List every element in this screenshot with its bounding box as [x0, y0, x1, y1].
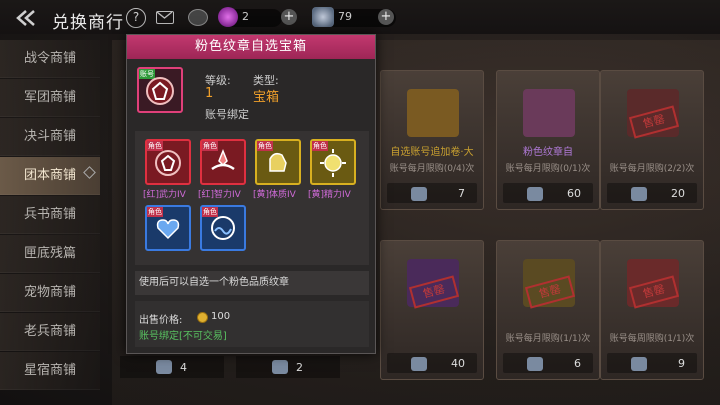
sell-price-value: 100 — [211, 311, 231, 322]
card-price: 9 — [678, 357, 685, 370]
card-limit: 账号每月限购(0/4)次 — [389, 164, 475, 174]
sell-price-box: 出售价格: 100 账号绑定[不可交易] — [135, 301, 369, 347]
card-item-name: 自选账号追加卷·大 — [390, 147, 474, 158]
back-button[interactable] — [14, 8, 44, 28]
sidebar-item-pet[interactable]: 宠物商铺 — [0, 274, 100, 312]
silver-ore-icon — [527, 357, 543, 371]
card-limit: 账号每月限购(2/2)次 — [609, 164, 695, 174]
shop-card[interactable]: 售罄 账号每月限购(1/1)次 6 — [496, 240, 600, 380]
sidebar-item-raid[interactable]: 团本商铺 — [0, 157, 100, 195]
wave-blue-icon — [211, 216, 235, 240]
add-silver-ore-button[interactable]: + — [378, 9, 394, 25]
scroll-red-icon — [211, 148, 235, 171]
sidebar-item-military-book[interactable]: 兵书商铺 — [0, 196, 100, 234]
shop-card[interactable]: 粉色纹章自 账号每月限购(0/1)次 60 — [496, 70, 600, 210]
card-price: 2 — [296, 361, 303, 374]
card-price: 20 — [671, 187, 685, 200]
bind-status: 账号绑定 — [205, 108, 249, 121]
card-price-bar: 4 — [120, 356, 224, 378]
shop-card[interactable]: 售罄 账号每周限购(1/1)次 9 — [600, 240, 704, 380]
heart-blue-icon — [156, 219, 180, 240]
crest-icon — [146, 77, 174, 105]
sidebar-item-constellation[interactable]: 星宿商铺 — [0, 352, 100, 390]
pink-crystal-count: 2 — [242, 10, 249, 23]
sell-price-label: 出售价格: — [139, 315, 183, 326]
silver-ore-icon — [631, 187, 647, 201]
silver-ore-icon — [312, 7, 334, 27]
sidebar-item-legion[interactable]: 军团商铺 — [0, 79, 100, 117]
trade-restriction: 账号绑定[不可交易] — [139, 331, 227, 342]
silver-ore-icon — [527, 187, 543, 201]
shop-sidebar: 战令商铺 军团商铺 决斗商铺 团本商铺 兵书商铺 匣底残篇 宠物商铺 老兵商铺 … — [0, 40, 100, 405]
sun-yellow-icon — [320, 149, 346, 177]
item-description: 使用后可以自选一个粉色品质纹章 — [135, 271, 369, 295]
card-price-bar: 2 — [236, 356, 340, 378]
emblem-label: [红]智力IV — [198, 190, 241, 200]
silver-ore-icon — [411, 357, 427, 371]
card-price: 6 — [574, 357, 581, 370]
level-value: 1 — [205, 86, 214, 101]
emblem-choice-blue-wave[interactable]: 角色 — [200, 205, 246, 251]
card-limit: 账号每周限购(1/1)次 — [609, 334, 695, 344]
pink-crystal-icon — [218, 7, 238, 27]
silver-ore-icon — [156, 360, 172, 374]
item-detail-popup: 粉色纹章自选宝箱 账号 等级: 1 类型: 宝箱 账号绑定 角色 [红]武力IV… — [126, 34, 376, 354]
add-pink-crystal-button[interactable]: + — [281, 9, 297, 25]
item-chest-icon — [407, 89, 459, 137]
card-limit: 账号每月限购(0/1)次 — [505, 164, 591, 174]
crest-red-icon — [155, 150, 181, 176]
sidebar-item-duel[interactable]: 决斗商铺 — [0, 118, 100, 156]
item-chest-icon — [523, 89, 575, 137]
page-title: 兑换商行 — [52, 13, 124, 33]
card-price: 60 — [567, 187, 581, 200]
card-limit: 账号每月限购(1/1)次 — [505, 334, 591, 344]
card-price: 7 — [458, 187, 465, 200]
fist-yellow-icon — [269, 152, 287, 172]
coin-icon — [197, 312, 208, 323]
emblem-label: [黄]体质IV — [253, 190, 296, 200]
sidebar-item-box-fragments[interactable]: 匣底残篇 — [0, 235, 100, 273]
card-price: 4 — [180, 361, 187, 374]
emblem-choice-red-force[interactable]: 角色 — [145, 139, 191, 185]
shop-card[interactable]: 自选账号追加卷·大 账号每月限购(0/4)次 7 — [380, 70, 484, 210]
sidebar-item-battle-pass[interactable]: 战令商铺 — [0, 40, 100, 78]
emblem-label: [红]武力IV — [143, 190, 186, 200]
pink-emblem-chest-icon: 账号 — [137, 67, 183, 113]
emblem-choices: 角色 [红]武力IV 角色 [红]智力IV 角色 [黄]体质IV 角色 [黄]精… — [135, 131, 369, 265]
help-button[interactable]: ? — [126, 8, 146, 28]
popup-title: 粉色纹章自选宝箱 — [127, 35, 375, 59]
silver-ore-icon — [631, 357, 647, 371]
emblem-choice-red-intellect[interactable]: 角色 — [200, 139, 246, 185]
type-value: 宝箱 — [253, 90, 280, 105]
silver-ore-icon — [411, 187, 427, 201]
emblem-choice-blue-heart[interactable]: 角色 — [145, 205, 191, 251]
top-bar: 兑换商行 ? 2 + 79 + — [0, 0, 720, 34]
emblem-choice-yellow-constitution[interactable]: 角色 — [255, 139, 301, 185]
shop-card[interactable]: 售罄 40 — [380, 240, 484, 380]
silver-ore-icon — [272, 360, 288, 374]
shop-card[interactable]: 售罄 账号每月限购(2/2)次 20 — [600, 70, 704, 210]
silver-ore-count: 79 — [338, 10, 352, 23]
emblem-label: [黄]精力IV — [308, 190, 351, 200]
back-arrow-icon — [16, 10, 35, 26]
card-item-name: 粉色纹章自 — [523, 147, 573, 158]
mail-icon[interactable] — [156, 11, 174, 24]
card-price: 40 — [451, 357, 465, 370]
emblem-choice-yellow-energy[interactable]: 角色 — [310, 139, 356, 185]
chat-icon[interactable] — [188, 9, 208, 26]
sidebar-item-veteran[interactable]: 老兵商铺 — [0, 313, 100, 351]
